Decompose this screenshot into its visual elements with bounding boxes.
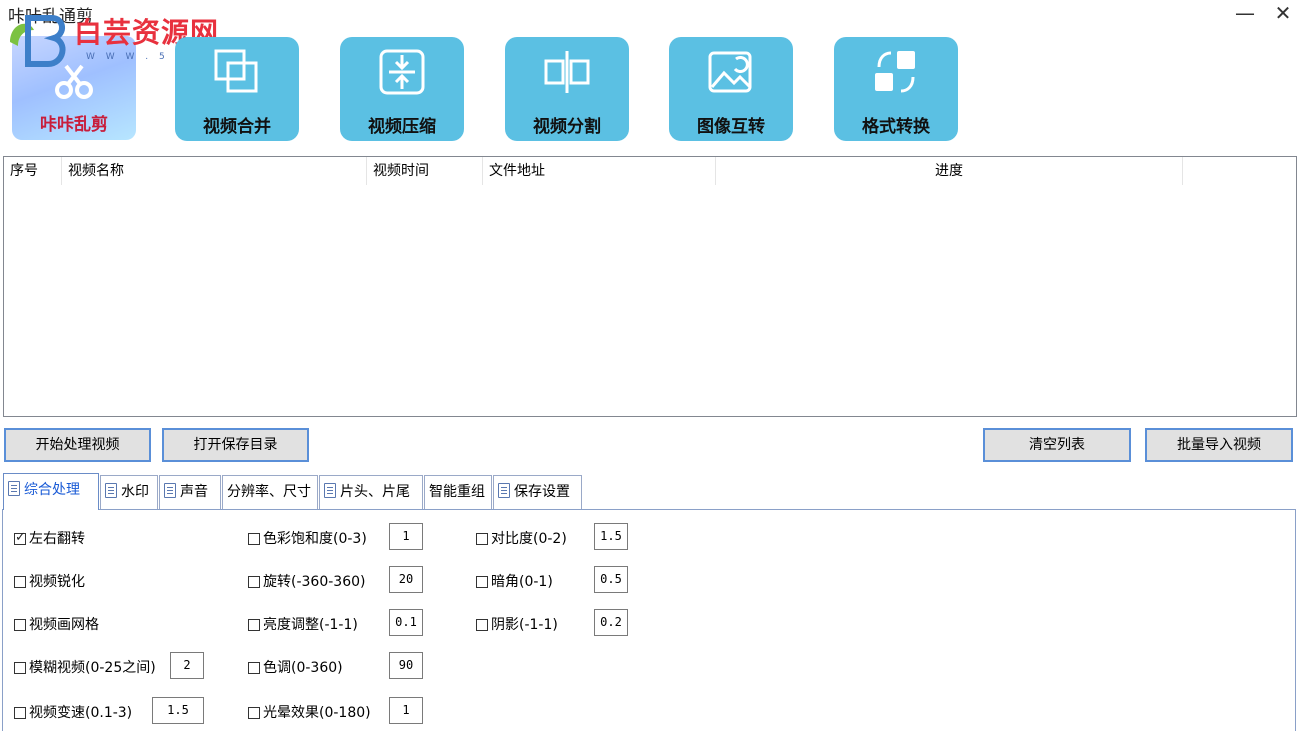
grid-option[interactable]: 视频画网格 xyxy=(14,614,99,634)
flip-option[interactable]: 左右翻转 xyxy=(14,528,85,548)
contrast-option[interactable]: 对比度(0-2) xyxy=(476,528,567,548)
video-list[interactable]: 序号 视频名称 视频时间 文件地址 进度 xyxy=(3,156,1297,417)
close-button[interactable]: ✕ xyxy=(1271,2,1295,26)
clear-list-button[interactable]: 清空列表 xyxy=(983,428,1131,462)
tab-resolution-label: 分辨率、尺寸 xyxy=(227,484,311,500)
tool-merge-button[interactable]: 视频合并 xyxy=(175,37,299,141)
tab-audio[interactable]: 声音 xyxy=(159,475,221,509)
tab-smart-remix-label: 智能重组 xyxy=(429,484,485,500)
minimize-button[interactable]: — xyxy=(1233,2,1257,26)
grid-label: 视频画网格 xyxy=(29,617,99,633)
contrast-input[interactable]: 1.5 xyxy=(594,523,628,550)
brightness-label: 亮度调整(-1-1) xyxy=(263,617,358,633)
brightness-checkbox[interactable] xyxy=(248,619,260,631)
tool-format-convert-button[interactable]: 格式转换 xyxy=(834,37,958,141)
tab-save-settings[interactable]: 保存设置 xyxy=(493,475,582,509)
open-save-dir-button[interactable]: 打开保存目录 xyxy=(162,428,309,462)
tab-audio-label: 声音 xyxy=(180,484,208,500)
brightness-option[interactable]: 亮度调整(-1-1) xyxy=(248,614,358,634)
speed-input[interactable]: 1.5 xyxy=(152,697,204,724)
flip-label: 左右翻转 xyxy=(29,531,85,547)
tab-watermark-label: 水印 xyxy=(121,484,149,500)
brightness-input[interactable]: 0.1 xyxy=(389,609,423,636)
shadow-option[interactable]: 阴影(-1-1) xyxy=(476,614,558,634)
document-icon xyxy=(164,483,176,498)
rotate-option[interactable]: 旋转(-360-360) xyxy=(248,571,365,591)
format-convert-icon xyxy=(875,51,915,93)
column-header-index[interactable]: 序号 xyxy=(4,157,62,185)
vignette-option[interactable]: 暗角(0-1) xyxy=(476,571,553,591)
document-icon xyxy=(498,483,510,498)
vignette-input[interactable]: 0.5 xyxy=(594,566,628,593)
tool-split-button[interactable]: 视频分割 xyxy=(505,37,629,141)
tab-save-settings-label: 保存设置 xyxy=(514,484,570,500)
shadow-input[interactable]: 0.2 xyxy=(594,609,628,636)
sharpen-checkbox[interactable] xyxy=(14,576,26,588)
column-header-duration[interactable]: 视频时间 xyxy=(367,157,483,185)
contrast-checkbox[interactable] xyxy=(476,533,488,545)
image-convert-icon xyxy=(708,51,752,93)
document-icon xyxy=(105,483,117,498)
app-logo-label: 咔咔乱剪 xyxy=(40,115,108,135)
blur-label: 模糊视频(0-25之间) xyxy=(29,660,156,676)
watermark-logo-icon xyxy=(10,15,66,67)
column-header-name[interactable]: 视频名称 xyxy=(62,157,367,185)
tab-intro-outro[interactable]: 片头、片尾 xyxy=(319,475,423,509)
speed-option[interactable]: 视频变速(0.1-3) xyxy=(14,702,132,722)
halo-option[interactable]: 光晕效果(0-180) xyxy=(248,702,371,722)
blur-input[interactable]: 2 xyxy=(170,652,204,679)
saturation-label: 色彩饱和度(0-3) xyxy=(263,531,367,547)
blur-checkbox[interactable] xyxy=(14,662,26,674)
rotate-label: 旋转(-360-360) xyxy=(263,574,366,590)
document-icon xyxy=(324,483,336,498)
contrast-label: 对比度(0-2) xyxy=(491,531,567,547)
saturation-checkbox[interactable] xyxy=(248,533,260,545)
tab-smart-remix[interactable]: 智能重组 xyxy=(424,475,492,509)
column-header-progress[interactable]: 进度 xyxy=(716,157,1183,185)
sharpen-label: 视频锐化 xyxy=(29,574,85,590)
merge-icon xyxy=(214,49,258,93)
halo-label: 光晕效果(0-180) xyxy=(263,705,371,721)
saturation-option[interactable]: 色彩饱和度(0-3) xyxy=(248,528,367,548)
tool-image-convert-label: 图像互转 xyxy=(697,117,765,137)
halo-input[interactable]: 1 xyxy=(389,697,423,724)
start-processing-button[interactable]: 开始处理视频 xyxy=(4,428,151,462)
sharpen-option[interactable]: 视频锐化 xyxy=(14,571,85,591)
compress-icon xyxy=(379,49,425,95)
tool-image-convert-button[interactable]: 图像互转 xyxy=(669,37,793,141)
tab-resolution[interactable]: 分辨率、尺寸 xyxy=(222,475,318,509)
tool-compress-button[interactable]: 视频压缩 xyxy=(340,37,464,141)
tab-general[interactable]: 综合处理 xyxy=(3,473,99,510)
tool-format-convert-label: 格式转换 xyxy=(862,117,930,137)
tab-watermark[interactable]: 水印 xyxy=(100,475,158,509)
tool-merge-label: 视频合并 xyxy=(203,117,271,137)
speed-checkbox[interactable] xyxy=(14,707,26,719)
hue-input[interactable]: 90 xyxy=(389,652,423,679)
blur-option[interactable]: 模糊视频(0-25之间) xyxy=(14,657,156,677)
rotate-checkbox[interactable] xyxy=(248,576,260,588)
rotate-input[interactable]: 20 xyxy=(389,566,423,593)
tab-general-label: 综合处理 xyxy=(24,482,80,498)
vignette-checkbox[interactable] xyxy=(476,576,488,588)
hue-label: 色调(0-360) xyxy=(263,660,343,676)
tool-compress-label: 视频压缩 xyxy=(368,117,436,137)
saturation-input[interactable]: 1 xyxy=(389,523,423,550)
hue-option[interactable]: 色调(0-360) xyxy=(248,657,343,677)
speed-label: 视频变速(0.1-3) xyxy=(29,705,133,721)
halo-checkbox[interactable] xyxy=(248,707,260,719)
tab-intro-outro-label: 片头、片尾 xyxy=(340,484,410,500)
hue-checkbox[interactable] xyxy=(248,662,260,674)
flip-checkbox[interactable] xyxy=(14,530,26,545)
grid-checkbox[interactable] xyxy=(14,619,26,631)
shadow-label: 阴影(-1-1) xyxy=(491,617,558,633)
split-icon xyxy=(544,51,590,93)
document-icon xyxy=(8,481,20,496)
shadow-checkbox[interactable] xyxy=(476,619,488,631)
vignette-label: 暗角(0-1) xyxy=(491,574,553,590)
batch-import-button[interactable]: 批量导入视频 xyxy=(1145,428,1293,462)
tool-split-label: 视频分割 xyxy=(533,117,601,137)
column-header-path[interactable]: 文件地址 xyxy=(483,157,716,185)
